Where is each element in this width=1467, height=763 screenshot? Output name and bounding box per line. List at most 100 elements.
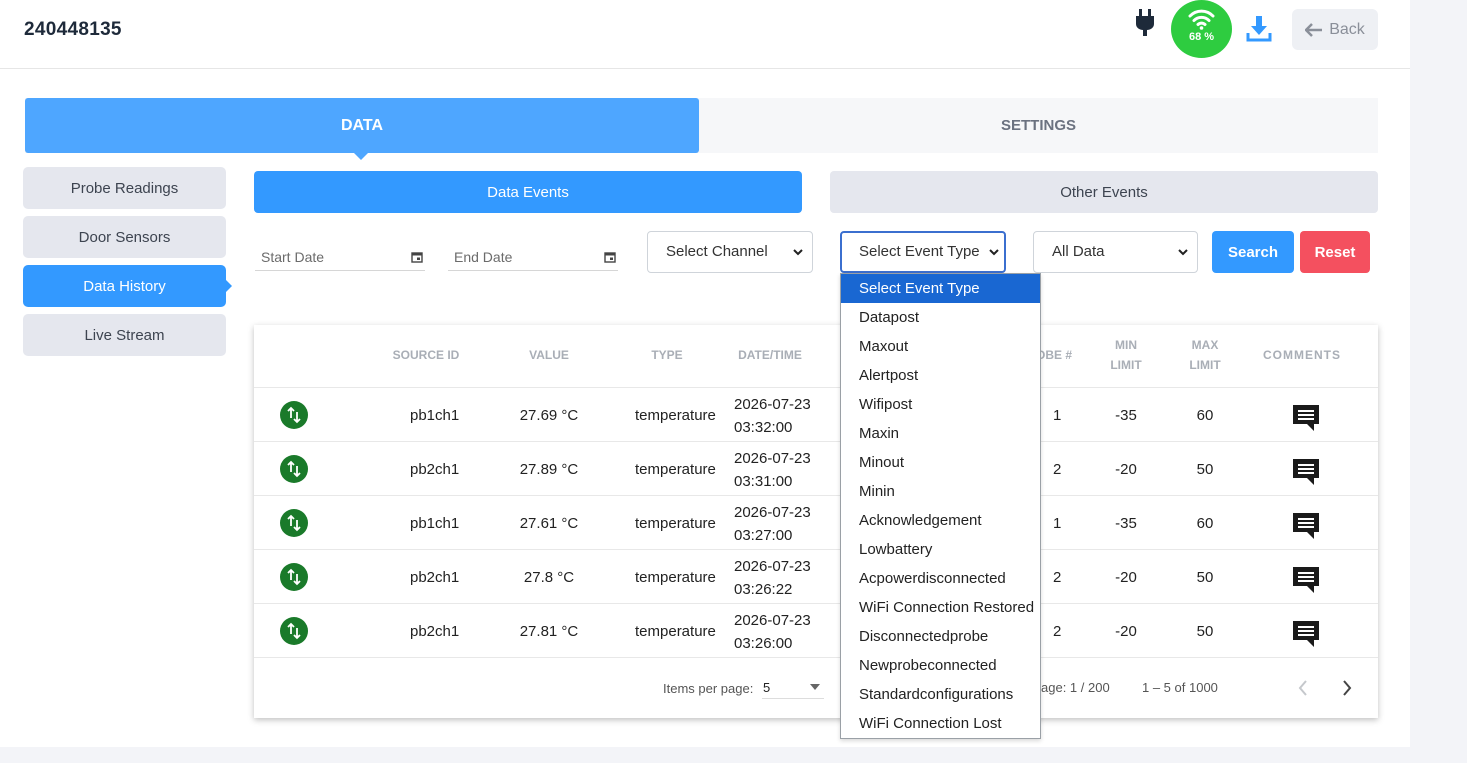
chevron-right-icon[interactable] — [1342, 680, 1352, 696]
event-type-option[interactable]: WiFi Connection Lost — [841, 709, 1040, 738]
cell-date: 2026-07-23 — [734, 396, 811, 413]
sidebar-item-data-history[interactable]: Data History — [23, 265, 232, 307]
cell-probe: 1 — [1053, 407, 1062, 424]
cell-time: 03:32:00 — [734, 419, 793, 436]
calendar-icon[interactable] — [411, 251, 423, 263]
chevron-left-icon[interactable] — [1298, 680, 1308, 696]
event-type-option[interactable]: Maxin — [841, 419, 1040, 448]
cell-source-id: pb1ch1 — [410, 407, 460, 424]
sidebar-item-probe-readings[interactable]: Probe Readings — [23, 167, 226, 209]
data-scope-select[interactable]: All Data — [1033, 231, 1198, 273]
comment-icon[interactable] — [1292, 566, 1320, 594]
cell-time: 03:26:22 — [734, 581, 793, 598]
cell-date: 2026-07-23 — [734, 450, 811, 467]
items-per-page-value: 5 — [763, 680, 771, 695]
event-type-option[interactable]: Wifipost — [841, 390, 1040, 419]
sidebar-item-door-sensors[interactable]: Door Sensors — [23, 216, 226, 258]
items-per-page-label: Items per page: — [663, 681, 754, 696]
event-type-option[interactable]: Standardconfigurations — [841, 680, 1040, 709]
col-header-min-limit: MIN LIMIT — [1096, 335, 1156, 375]
cell-max-limit: 50 — [1196, 461, 1214, 478]
cell-type: temperature — [635, 623, 716, 640]
plug-icon — [1136, 9, 1154, 36]
sidebar-item-live-stream[interactable]: Live Stream — [23, 314, 226, 356]
search-button[interactable]: Search — [1212, 231, 1294, 273]
cell-probe: 2 — [1053, 623, 1062, 640]
cell-min-limit: -35 — [1115, 515, 1137, 532]
event-type-option[interactable]: Newprobeconnected — [841, 651, 1040, 680]
cell-value: 27.61 °C — [519, 515, 579, 532]
status-arrows-icon — [280, 617, 308, 645]
col-header-datetime: DATE/TIME — [738, 348, 802, 362]
event-type-option[interactable]: Lowbattery — [841, 535, 1040, 564]
cell-type: temperature — [635, 515, 716, 532]
end-date-field[interactable]: End Date — [448, 244, 618, 271]
start-date-field[interactable]: Start Date — [255, 244, 425, 271]
wifi-status-badge: 68 % — [1171, 0, 1232, 58]
back-button[interactable]: Back — [1292, 9, 1378, 50]
wifi-icon — [1188, 9, 1215, 30]
channel-select[interactable]: Select Channel — [647, 231, 813, 273]
tab-data-events[interactable]: Data Events — [254, 171, 802, 213]
col-header-max-limit-line2: LIMIT — [1189, 358, 1221, 372]
event-type-option[interactable]: Alertpost — [841, 361, 1040, 390]
cell-date: 2026-07-23 — [734, 558, 811, 575]
event-type-option[interactable]: Acpowerdisconnected — [841, 564, 1040, 593]
status-arrows-icon — [280, 401, 308, 429]
event-type-option[interactable]: Maxout — [841, 332, 1040, 361]
cell-time: 03:26:00 — [734, 635, 793, 652]
cell-date: 2026-07-23 — [734, 612, 811, 629]
back-label: Back — [1329, 20, 1365, 38]
cell-time: 03:27:00 — [734, 527, 793, 544]
event-type-option[interactable]: Select Event Type — [841, 274, 1040, 303]
event-type-dropdown-list: Select Event Type Datapost Maxout Alertpost… — [840, 273, 1041, 739]
chevron-down-icon — [989, 249, 999, 256]
col-header-source-id: SOURCE ID — [392, 348, 460, 362]
table-row: pb2ch1 27.8 °C temperature 2026-07-23 03… — [254, 550, 1378, 604]
download-icon[interactable] — [1246, 14, 1272, 42]
comment-icon[interactable] — [1292, 404, 1320, 432]
event-type-option[interactable]: Acknowledgement — [841, 506, 1040, 535]
data-scope-select-value: All Data — [1052, 243, 1105, 260]
tab-settings[interactable]: SETTINGS — [699, 98, 1378, 153]
cell-min-limit: -20 — [1115, 461, 1137, 478]
col-header-max-limit: MAX LIMIT — [1175, 335, 1235, 375]
cell-value: 27.89 °C — [519, 461, 579, 478]
event-type-option[interactable]: Minin — [841, 477, 1040, 506]
cell-time: 03:31:00 — [734, 473, 793, 490]
col-header-min-limit-line2: LIMIT — [1110, 358, 1142, 372]
table-row: pb2ch1 27.81 °C temperature 2026-07-23 0… — [254, 604, 1378, 658]
data-table: SOURCE ID VALUE TYPE DATE/TIME OBE # MIN… — [254, 325, 1378, 718]
comment-icon[interactable] — [1292, 458, 1320, 486]
event-type-select[interactable]: Select Event Type — [840, 231, 1006, 273]
cell-max-limit: 60 — [1196, 515, 1214, 532]
calendar-icon[interactable] — [604, 251, 616, 263]
table-row: pb1ch1 27.61 °C temperature 2026-07-23 0… — [254, 496, 1378, 550]
comment-icon[interactable] — [1292, 620, 1320, 648]
cell-datetime: 2026-07-23 03:26:00 — [734, 609, 811, 655]
event-type-option[interactable]: Minout — [841, 448, 1040, 477]
arrow-left-icon — [1305, 22, 1323, 37]
end-date-placeholder: End Date — [454, 249, 513, 265]
tab-other-events[interactable]: Other Events — [830, 171, 1378, 213]
cell-max-limit: 50 — [1196, 569, 1214, 586]
channel-select-value: Select Channel — [666, 243, 768, 260]
event-type-option[interactable]: Disconnectedprobe — [841, 622, 1040, 651]
col-header-min-limit-line1: MIN — [1115, 338, 1137, 352]
cell-probe: 2 — [1053, 569, 1062, 586]
chevron-down-icon — [1178, 249, 1188, 256]
status-arrows-icon — [280, 509, 308, 537]
event-type-option[interactable]: WiFi Connection Restored — [841, 593, 1040, 622]
cell-max-limit: 50 — [1196, 623, 1214, 640]
col-header-comments: COMMENTS — [1263, 348, 1341, 362]
col-header-max-limit-line1: MAX — [1191, 338, 1219, 352]
cell-min-limit: -35 — [1115, 407, 1137, 424]
page: 240448135 68 % Back DATA SETTINGS Probe … — [0, 0, 1410, 747]
comment-icon[interactable] — [1292, 512, 1320, 540]
reset-button[interactable]: Reset — [1300, 231, 1370, 273]
event-type-option[interactable]: Datapost — [841, 303, 1040, 332]
items-per-page-select[interactable]: 5 — [762, 673, 824, 699]
cell-type: temperature — [635, 461, 716, 478]
main-tabs: DATA SETTINGS — [25, 98, 1378, 160]
tab-data[interactable]: DATA — [25, 98, 699, 160]
